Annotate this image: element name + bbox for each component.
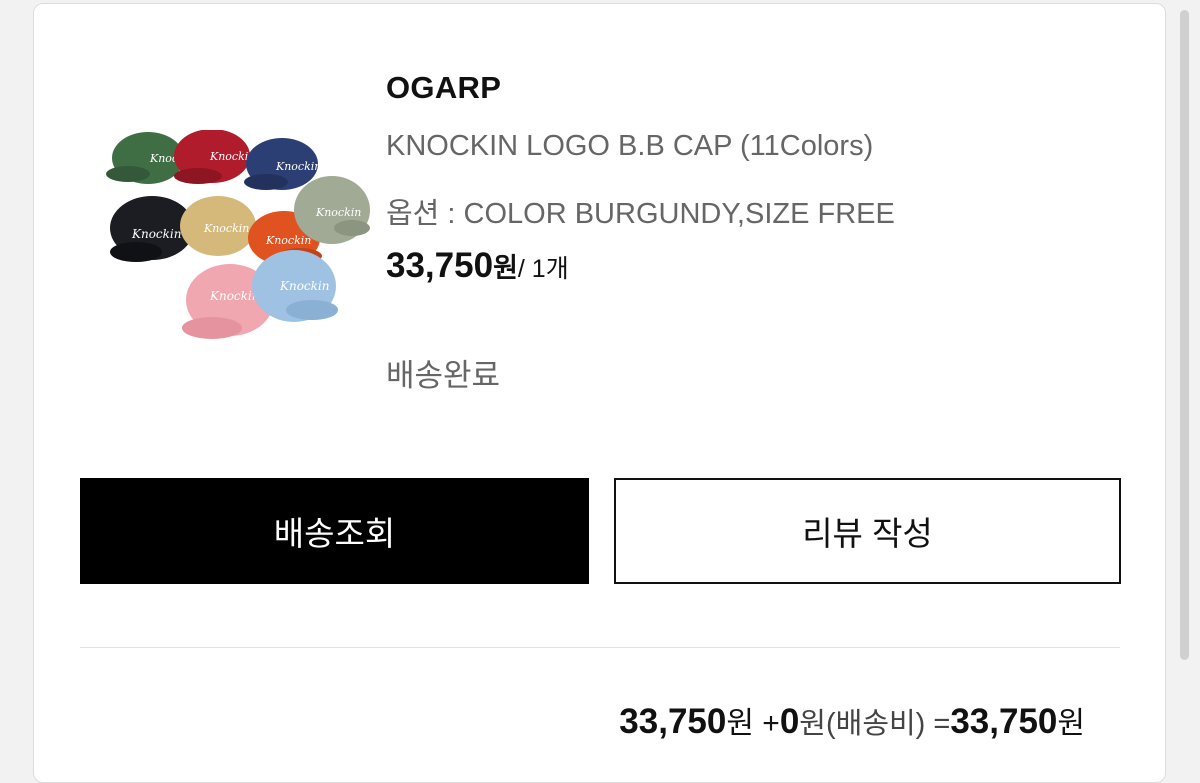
price-currency: 원 — [493, 253, 518, 283]
svg-text:Knockin: Knockin — [275, 160, 321, 173]
navy-cap-icon: Knockin — [244, 138, 321, 190]
price-amount: 33,750 — [386, 246, 494, 285]
total-amount: 33,750 — [950, 702, 1058, 741]
skyblue-cap-icon: Knockin — [252, 250, 338, 322]
svg-text:Knockin: Knockin — [279, 279, 329, 293]
svg-text:Knockin: Knockin — [203, 222, 249, 235]
shipping-prefix: + — [753, 707, 780, 740]
cap-collage-icon: Knockin Knockin Knockin Knockin Knockin — [106, 129, 370, 339]
red-cap-icon: Knockin — [174, 129, 255, 184]
scrollbar[interactable] — [1180, 10, 1189, 660]
divider — [80, 647, 1120, 648]
brand-name[interactable]: OGARP — [386, 70, 501, 106]
track-delivery-button[interactable]: 배송조회 — [80, 478, 589, 584]
svg-text:Knockin: Knockin — [131, 227, 181, 241]
shipping-label: 원(배송비) = — [799, 708, 951, 740]
item-amount: 33,750 — [619, 702, 727, 741]
sage-cap-icon: Knockin — [294, 176, 370, 244]
product-image[interactable]: Knockin Knockin Knockin Knockin Knockin — [106, 129, 378, 360]
item-currency: 원 — [726, 707, 754, 740]
svg-text:Knockin: Knockin — [265, 234, 311, 247]
svg-text:Knockin: Knockin — [315, 206, 361, 219]
total-currency: 원 — [1057, 707, 1085, 740]
product-name[interactable]: KNOCKIN LOGO B.B CAP (11Colors) — [386, 130, 873, 163]
shipping-amount: 0 — [779, 702, 800, 741]
order-item-card: Knockin Knockin Knockin Knockin Knockin — [33, 3, 1166, 783]
delivery-status: 배송완료 — [386, 358, 501, 393]
price-quantity: / 1개 — [517, 255, 569, 283]
beige-cap-icon: Knockin — [180, 196, 256, 256]
svg-text:Knockin: Knockin — [209, 289, 259, 303]
write-review-button[interactable]: 리뷰 작성 — [614, 478, 1121, 584]
product-price: 33,750원/ 1개 — [386, 246, 569, 286]
payment-summary: 33,750원 +0원(배송비) =33,750원 — [619, 698, 1085, 742]
product-option: 옵션 : COLOR BURGUNDY,SIZE FREE — [386, 198, 895, 230]
